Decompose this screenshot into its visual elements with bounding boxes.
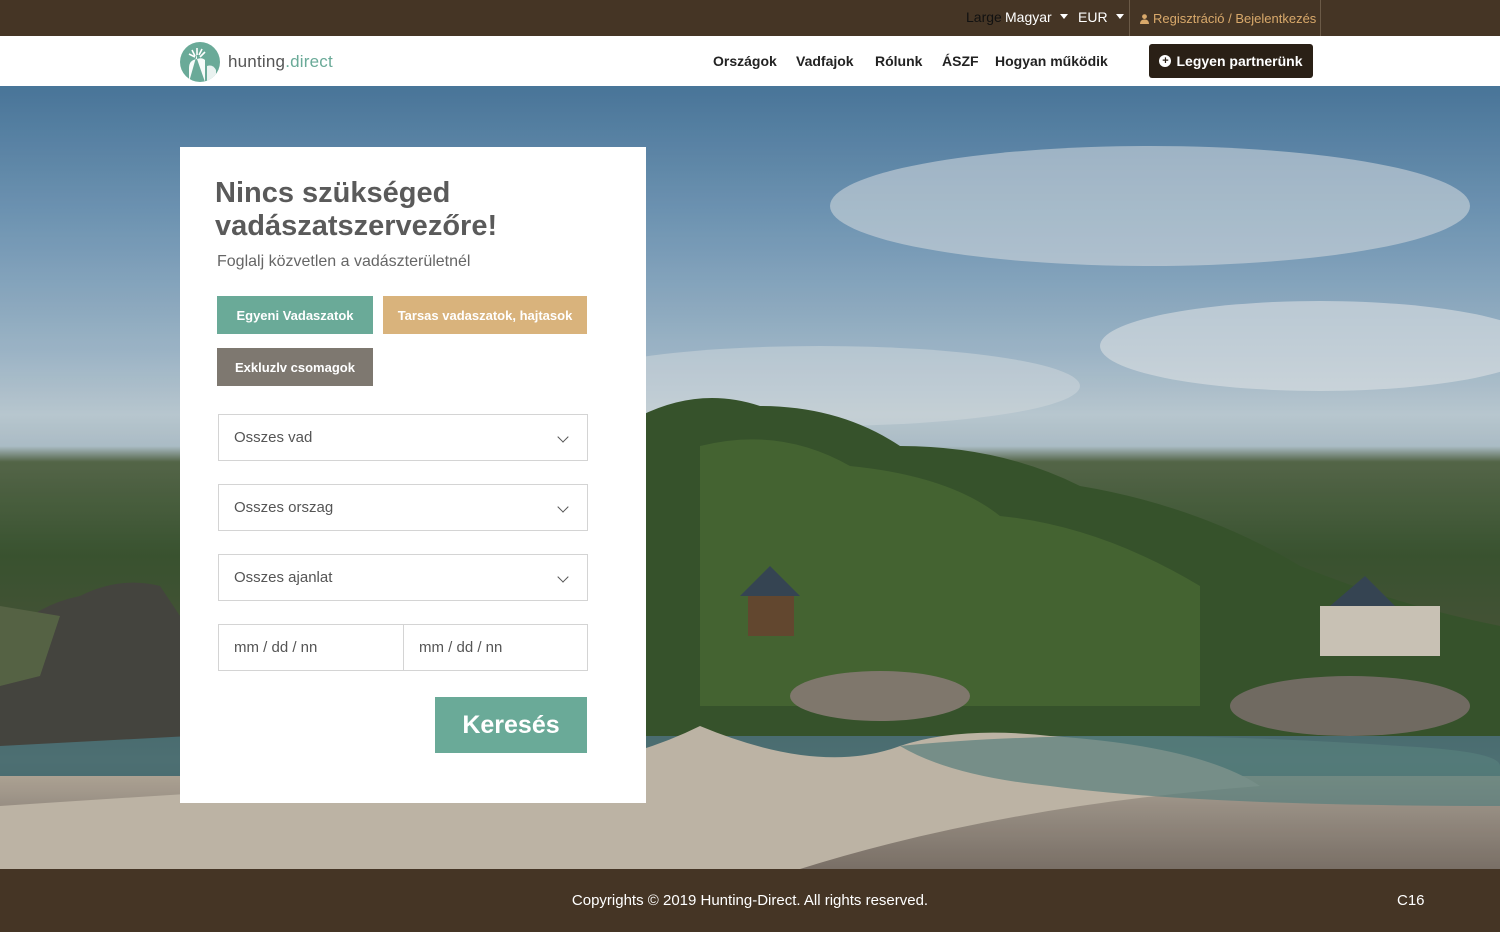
date-to-placeholder: mm / dd / nn [419,639,503,656]
chevron-down-icon [557,501,569,513]
logo-wordmark: hunting.direct [228,52,333,71]
country-select[interactable]: Osszes orszag [218,484,588,531]
offer-select-value: Osszes ajanlat [234,569,333,586]
top-bar: Large Magyar EUR Regisztráció / Bejelent… [0,0,1500,36]
search-button[interactable]: Keresés [435,697,587,753]
nav-link-species[interactable]: Vadfajok [796,53,854,69]
become-partner-button[interactable]: + Legyen partnerünk [1149,44,1313,78]
caret-down-icon[interactable] [1060,14,1068,19]
nav-link-how-it-works[interactable]: Hogyan működik [995,53,1108,69]
partner-button-label: Legyen partnerünk [1176,53,1303,69]
date-from-placeholder: mm / dd / nn [234,639,318,656]
tab-exclusive-packages[interactable]: Exkluzlv csomagok [217,348,373,386]
game-select-value: Osszes vad [234,429,313,446]
divider [1320,0,1321,36]
currency-selector[interactable]: EUR [1078,9,1108,25]
chevron-down-icon [557,431,569,443]
date-to-field[interactable]: mm / dd / nn [403,624,588,671]
plus-circle-icon: + [1159,55,1172,67]
tab-individual-hunts[interactable]: Egyeni Vadaszatok [217,296,373,334]
site-logo[interactable]: hunting.direct [180,42,333,82]
auth-label: Regisztráció / Bejelentkezés [1153,11,1317,26]
main-navbar: hunting.direct Országok Vadfajok Rólunk … [0,36,1500,86]
tab-group-hunts[interactable]: Tarsas vadaszatok, hajtasok [383,296,587,334]
user-icon [1140,13,1149,24]
nav-link-terms[interactable]: ÁSZF [942,53,979,69]
search-card: Nincs szükséged vadászatszervezőre! Fogl… [180,147,646,803]
offer-select[interactable]: Osszes ajanlat [218,554,588,601]
hero-subtitle: Foglalj közvetlen a vadászterületnél [217,253,471,270]
nav-link-countries[interactable]: Országok [713,53,777,69]
footer: Copyrights © 2019 Hunting-Direct. All ri… [0,869,1500,932]
footer-code: C16 [1397,892,1425,909]
copyright-text: Copyrights © 2019 Hunting-Direct. All ri… [571,892,929,909]
hero-heading: Nincs szükséged vadászatszervezőre! [215,177,498,242]
register-login-link[interactable]: Regisztráció / Bejelentkezés [1140,11,1316,26]
chevron-down-icon [557,571,569,583]
country-select-value: Osszes orszag [234,499,334,516]
game-select[interactable]: Osszes vad [218,414,588,461]
divider [1129,0,1130,36]
deer-logo-icon [180,42,220,82]
nav-link-about[interactable]: Rólunk [875,53,922,69]
language-selector[interactable]: Magyar [1005,9,1052,25]
date-from-field[interactable]: mm / dd / nn [218,624,404,671]
font-size-toggle[interactable]: Large [966,9,1002,25]
caret-down-icon[interactable] [1116,14,1124,19]
